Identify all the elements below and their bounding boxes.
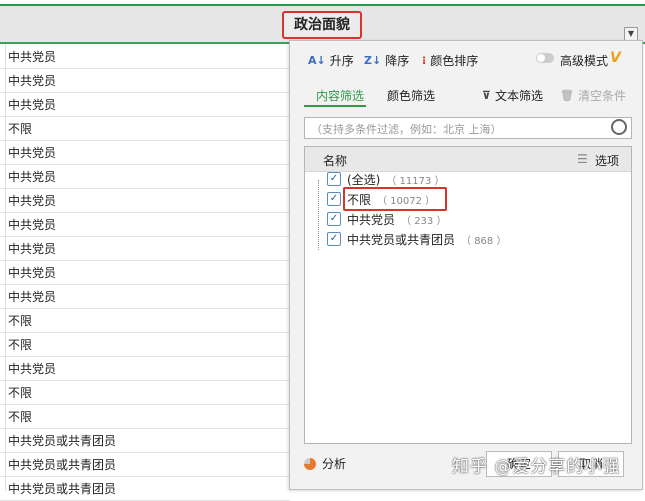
sort-desc-button[interactable]: Z↓ 降序 xyxy=(364,51,409,69)
watermark: 知乎 @爱分享的小强 xyxy=(452,457,621,477)
table-row[interactable]: 中共党员 xyxy=(0,284,290,309)
table-row[interactable]: 中共党员 xyxy=(0,188,290,213)
table-row[interactable]: 不限 xyxy=(0,308,290,333)
vip-icon: V xyxy=(610,50,621,66)
tab-content-filter[interactable]: 内容筛选 xyxy=(316,87,364,104)
cell-value[interactable]: 中共党员或共青团员 xyxy=(8,456,116,473)
list-item-label: 中共党员 xyxy=(347,212,396,227)
cell-value[interactable]: 中共党员 xyxy=(8,192,56,209)
table-row[interactable]: 中共党员或共青团员 xyxy=(0,452,290,477)
sort-asc-label: 升序 xyxy=(329,53,354,68)
list-item-label: 中共党员或共青团员 xyxy=(347,232,456,247)
list-item-count: （ 868 ） xyxy=(461,235,507,247)
options-icon: ☰ xyxy=(577,152,588,166)
search-placeholder: （支持多条件过滤，例如：北京 上海） xyxy=(311,123,502,136)
table-row[interactable]: 中共党员或共青团员 xyxy=(0,476,290,501)
table-row[interactable]: 不限 xyxy=(0,380,290,405)
cell-value[interactable]: 中共党员 xyxy=(8,144,56,161)
color-sort-button[interactable]: ⁝ 颜色排序 xyxy=(422,51,478,69)
cell-value[interactable]: 不限 xyxy=(8,336,32,353)
list-item-count: （ 233 ） xyxy=(401,215,447,227)
table-row[interactable]: 中共党员 xyxy=(0,44,290,69)
tab-color-filter[interactable]: 颜色筛选 xyxy=(387,87,435,104)
table-row[interactable]: 不限 xyxy=(0,404,290,429)
sort-asc-button[interactable]: A↓ 升序 xyxy=(308,51,354,69)
trash-icon: 🗑 xyxy=(560,88,574,102)
list-header-name: 名称 xyxy=(323,154,348,168)
list-options-button[interactable]: 选项 xyxy=(595,152,619,169)
table-row[interactable]: 中共党员 xyxy=(0,356,290,381)
color-sort-label: 颜色排序 xyxy=(430,53,479,68)
cell-value[interactable]: 中共党员 xyxy=(8,360,56,377)
cell-value[interactable]: 中共党员或共青团员 xyxy=(8,480,116,497)
cell-value[interactable]: 中共党员 xyxy=(8,240,56,257)
column-header[interactable]: 政治面貌 ▼ xyxy=(0,4,645,44)
highlight-box xyxy=(343,187,447,211)
advanced-mode-label: 高级模式 xyxy=(560,53,609,68)
filter-dropdown-icon[interactable]: ▼ xyxy=(624,27,638,41)
filter-panel: A↓ 升序 Z↓ 降序 ⁝ 颜色排序 高级模式 V 内容筛选 颜色筛选 ⊽ 文本筛选 🗑… xyxy=(289,40,643,490)
cell-value[interactable]: 中共党员 xyxy=(8,288,56,305)
table-row[interactable]: 中共党员 xyxy=(0,68,290,93)
cell-value[interactable]: 中共党员 xyxy=(8,264,56,281)
checkbox[interactable]: ✓ xyxy=(327,172,341,186)
table-row[interactable]: 不限 xyxy=(0,116,290,141)
table-row[interactable]: 中共党员 xyxy=(0,236,290,261)
spreadsheet: 政治面貌 ▼ 中共党员 中共党员 中共党员 不限 中共党员 中共党员 中共党员 中共党员 中共党… xyxy=(0,0,645,501)
analyze-label: 分析 xyxy=(322,457,347,471)
cell-value[interactable]: 中共党员 xyxy=(8,96,56,113)
search-icon[interactable] xyxy=(611,119,627,135)
active-tab-underline xyxy=(304,105,366,107)
funnel-icon: ⊽ xyxy=(482,88,491,102)
table-row[interactable]: 中共党员 xyxy=(0,140,290,165)
checkbox[interactable]: ✓ xyxy=(327,212,341,226)
table-row[interactable]: 中共党员 xyxy=(0,92,290,117)
table-row[interactable]: 中共党员或共青团员 xyxy=(0,428,290,453)
clear-conditions-button[interactable]: 🗑 清空条件 xyxy=(560,86,626,104)
clear-conditions-label: 清空条件 xyxy=(577,88,626,103)
cell-value[interactable]: 中共党员 xyxy=(8,216,56,233)
text-filter-label: 文本筛选 xyxy=(494,88,543,103)
table-row[interactable]: 不限 xyxy=(0,332,290,357)
sort-desc-icon: Z↓ xyxy=(364,53,382,67)
table-row[interactable]: 中共党员 xyxy=(0,260,290,285)
cell-value[interactable]: 中共党员 xyxy=(8,168,56,185)
cell-value[interactable]: 不限 xyxy=(8,120,32,137)
cell-value[interactable]: 不限 xyxy=(8,384,32,401)
cell-value[interactable]: 不限 xyxy=(8,408,32,425)
cell-value[interactable]: 不限 xyxy=(8,312,32,329)
list-item-count: （ 11173 ） xyxy=(386,175,445,187)
checkbox[interactable]: ✓ xyxy=(327,232,341,246)
advanced-mode-toggle[interactable] xyxy=(536,53,554,63)
sort-desc-label: 降序 xyxy=(385,53,410,68)
sort-asc-icon: A↓ xyxy=(308,53,326,67)
analyze-button[interactable]: 分析 xyxy=(304,455,346,472)
color-sort-icon: ⁝ xyxy=(422,53,427,67)
list-item-party-member[interactable]: ✓ 中共党员 （ 233 ） xyxy=(327,209,446,229)
checkbox[interactable]: ✓ xyxy=(327,192,341,206)
table-row[interactable]: 中共党员 xyxy=(0,212,290,237)
text-filter-button[interactable]: ⊽ 文本筛选 xyxy=(482,86,543,104)
tree-connector xyxy=(318,180,320,250)
column-header-title[interactable]: 政治面貌 xyxy=(282,11,362,39)
cell-value[interactable]: 中共党员 xyxy=(8,48,56,65)
list-item-party-or-league[interactable]: ✓ 中共党员或共青团员 （ 868 ） xyxy=(327,229,506,249)
table-row[interactable]: 中共党员 xyxy=(0,164,290,189)
pie-chart-icon xyxy=(304,457,316,470)
list-item-select-all[interactable]: ✓ (全选) （ 11173 ） xyxy=(327,169,445,189)
list-item-label: (全选) xyxy=(347,172,381,187)
cell-value[interactable]: 中共党员 xyxy=(8,72,56,89)
filter-search-input[interactable]: （支持多条件过滤，例如：北京 上海） xyxy=(304,117,632,139)
cell-value[interactable]: 中共党员或共青团员 xyxy=(8,432,116,449)
